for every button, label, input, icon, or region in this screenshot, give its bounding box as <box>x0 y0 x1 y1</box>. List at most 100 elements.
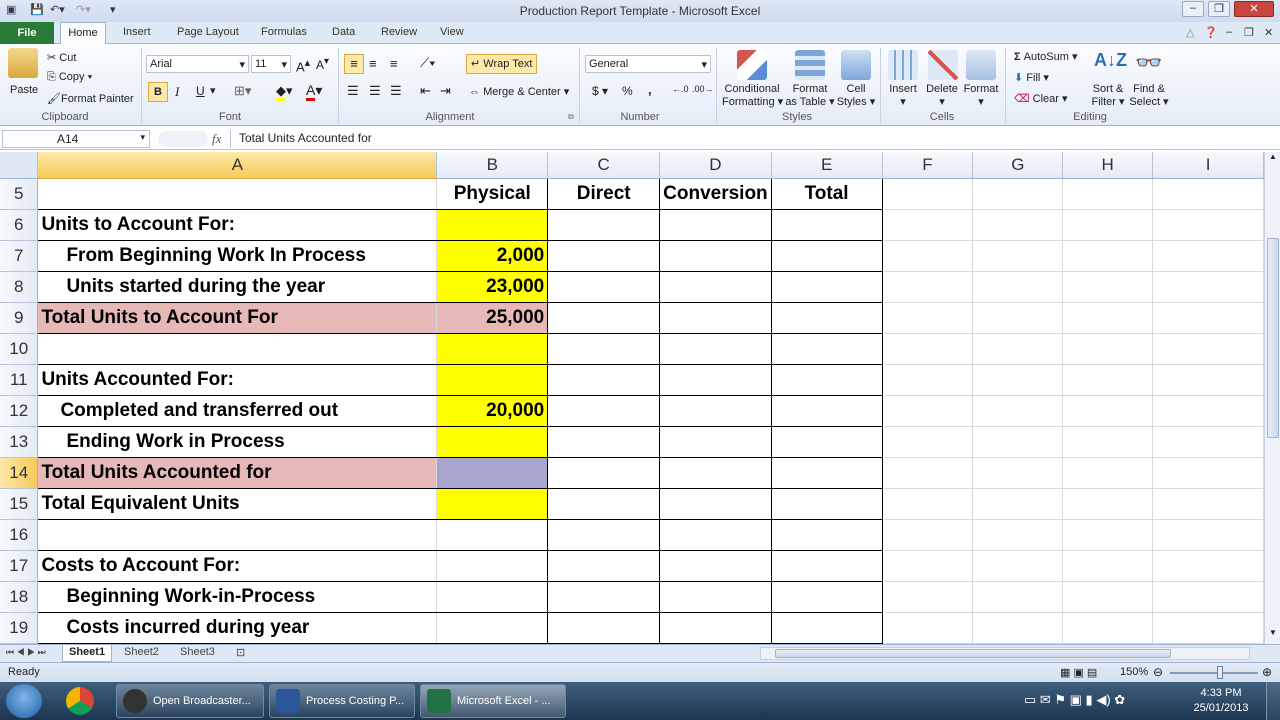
cell-b[interactable]: 2,000 <box>436 240 549 272</box>
insert-sheet-icon[interactable]: ⊡ <box>236 646 245 659</box>
select-all-corner[interactable] <box>0 152 39 179</box>
cell-d[interactable] <box>659 581 772 613</box>
cell-e[interactable] <box>771 426 883 458</box>
cell-e[interactable]: Total <box>771 178 883 210</box>
column-header-b[interactable]: B <box>436 152 549 179</box>
row-header[interactable]: 9 <box>0 302 39 334</box>
insert-cells-icon[interactable] <box>888 50 918 80</box>
cell-g[interactable] <box>972 209 1064 241</box>
clear-button[interactable]: ⌫ Clear ▾ <box>1014 92 1068 105</box>
cell-e[interactable] <box>771 395 883 427</box>
cell-d[interactable] <box>659 364 772 396</box>
cell-g[interactable] <box>972 581 1064 613</box>
cell-c[interactable] <box>547 426 661 458</box>
cell-i[interactable] <box>1152 364 1264 396</box>
shrink-font-icon[interactable]: A▾ <box>316 56 329 72</box>
tab-page-layout[interactable]: Page Layout <box>177 26 239 38</box>
cell-d[interactable] <box>659 426 772 458</box>
cell-a[interactable]: Costs to Account For: <box>37 550 438 582</box>
increase-decimal-icon[interactable]: ←.0 <box>672 84 689 94</box>
fill-button[interactable]: ⬇ Fill ▾ <box>1014 71 1049 84</box>
font-name-select[interactable]: Arial ▾ <box>146 55 249 73</box>
cell-f[interactable] <box>882 178 974 210</box>
cell-a[interactable]: From Beginning Work In Process <box>37 240 438 272</box>
insert-cells-button[interactable]: Insert ▾ <box>887 83 919 108</box>
cell-b[interactable]: 23,000 <box>436 271 549 303</box>
borders-icon[interactable]: ⊞▾ <box>234 83 251 99</box>
cell-h[interactable] <box>1062 364 1154 396</box>
cell-b[interactable] <box>436 488 549 520</box>
cell-f[interactable] <box>882 395 974 427</box>
format-as-table-button[interactable]: Format as Table ▾ <box>785 83 835 108</box>
cell-d[interactable] <box>659 333 772 365</box>
ribbon-minimize-icon[interactable]: △ <box>1186 26 1194 39</box>
cell-d[interactable]: Conversion <box>659 178 772 210</box>
cell-b[interactable] <box>436 364 549 396</box>
tray-icons[interactable]: ▭ ✉ ⚑ ▣ ▮ ◀) ✿ <box>1024 692 1125 708</box>
font-color-icon[interactable]: A▾ <box>306 82 322 101</box>
tab-file[interactable]: File <box>0 22 54 44</box>
number-format-select[interactable]: General ▾ <box>585 55 711 73</box>
cell-f[interactable] <box>882 519 974 551</box>
increase-indent-icon[interactable]: ⇥ <box>440 83 451 99</box>
cell-h[interactable] <box>1062 271 1154 303</box>
cell-c[interactable] <box>547 550 661 582</box>
align-top-icon[interactable]: ≡ <box>344 54 364 74</box>
cell-a[interactable]: Total Equivalent Units <box>37 488 438 520</box>
cell-b[interactable] <box>436 612 549 644</box>
clock-date[interactable]: 25/01/2013 <box>1190 702 1252 714</box>
help-icon[interactable]: ❓ <box>1204 26 1218 39</box>
row-header[interactable]: 13 <box>0 426 39 458</box>
zoom-in-icon[interactable]: ⊕ <box>1262 665 1272 679</box>
cell-e[interactable] <box>771 302 883 334</box>
workbook-restore-icon[interactable]: ❐ <box>1244 26 1254 39</box>
row-header[interactable]: 18 <box>0 581 39 613</box>
cell-h[interactable] <box>1062 302 1154 334</box>
cell-i[interactable] <box>1152 271 1264 303</box>
cell-g[interactable] <box>972 488 1064 520</box>
cell-f[interactable] <box>882 457 974 489</box>
delete-cells-icon[interactable] <box>928 50 958 80</box>
cell-b[interactable] <box>436 333 549 365</box>
cell-f[interactable] <box>882 426 974 458</box>
align-middle-icon[interactable]: ≡ <box>369 56 377 71</box>
cell-g[interactable] <box>972 550 1064 582</box>
cell-h[interactable] <box>1062 240 1154 272</box>
row-header[interactable]: 15 <box>0 488 39 520</box>
cell-f[interactable] <box>882 364 974 396</box>
align-left-icon[interactable]: ☰ <box>347 83 359 99</box>
cell-c[interactable] <box>547 209 661 241</box>
row-header[interactable]: 10 <box>0 333 39 365</box>
tab-home[interactable]: Home <box>60 22 106 45</box>
cell-b[interactable]: Physical <box>436 178 549 210</box>
cell-h[interactable] <box>1062 488 1154 520</box>
cell-i[interactable] <box>1152 612 1264 644</box>
column-header-h[interactable]: H <box>1062 152 1154 179</box>
bold-button[interactable]: B <box>148 82 168 102</box>
cell-f[interactable] <box>882 612 974 644</box>
cell-g[interactable] <box>972 333 1064 365</box>
cell-g[interactable] <box>972 395 1064 427</box>
cell-g[interactable] <box>972 612 1064 644</box>
format-cells-button[interactable]: Format ▾ <box>962 83 1000 108</box>
insert-function-icon[interactable]: fx <box>212 131 221 147</box>
tab-review[interactable]: Review <box>381 26 417 38</box>
format-painter-button[interactable]: 🖌Format Painter <box>47 92 134 105</box>
cell-b[interactable] <box>436 519 549 551</box>
cell-e[interactable] <box>771 581 883 613</box>
scroll-up-icon[interactable]: ▲ <box>1267 152 1279 166</box>
cell-d[interactable] <box>659 302 772 334</box>
horizontal-scroll-thumb[interactable] <box>775 649 1171 658</box>
row-header[interactable]: 11 <box>0 364 39 396</box>
cell-g[interactable] <box>972 240 1064 272</box>
cell-i[interactable] <box>1152 488 1264 520</box>
cell-b[interactable] <box>436 426 549 458</box>
cell-e[interactable] <box>771 209 883 241</box>
sort-filter-button[interactable]: Sort & Filter ▾ <box>1089 83 1127 108</box>
view-buttons-icons[interactable]: ▦ ▣ ▤ <box>1060 666 1097 679</box>
underline-dropdown-icon[interactable]: ▾ <box>210 84 216 97</box>
cell-c[interactable] <box>547 488 661 520</box>
taskbar-word[interactable]: Process Costing P... <box>269 684 415 718</box>
cell-h[interactable] <box>1062 612 1154 644</box>
binoculars-icon[interactable]: 👓 <box>1135 50 1162 76</box>
